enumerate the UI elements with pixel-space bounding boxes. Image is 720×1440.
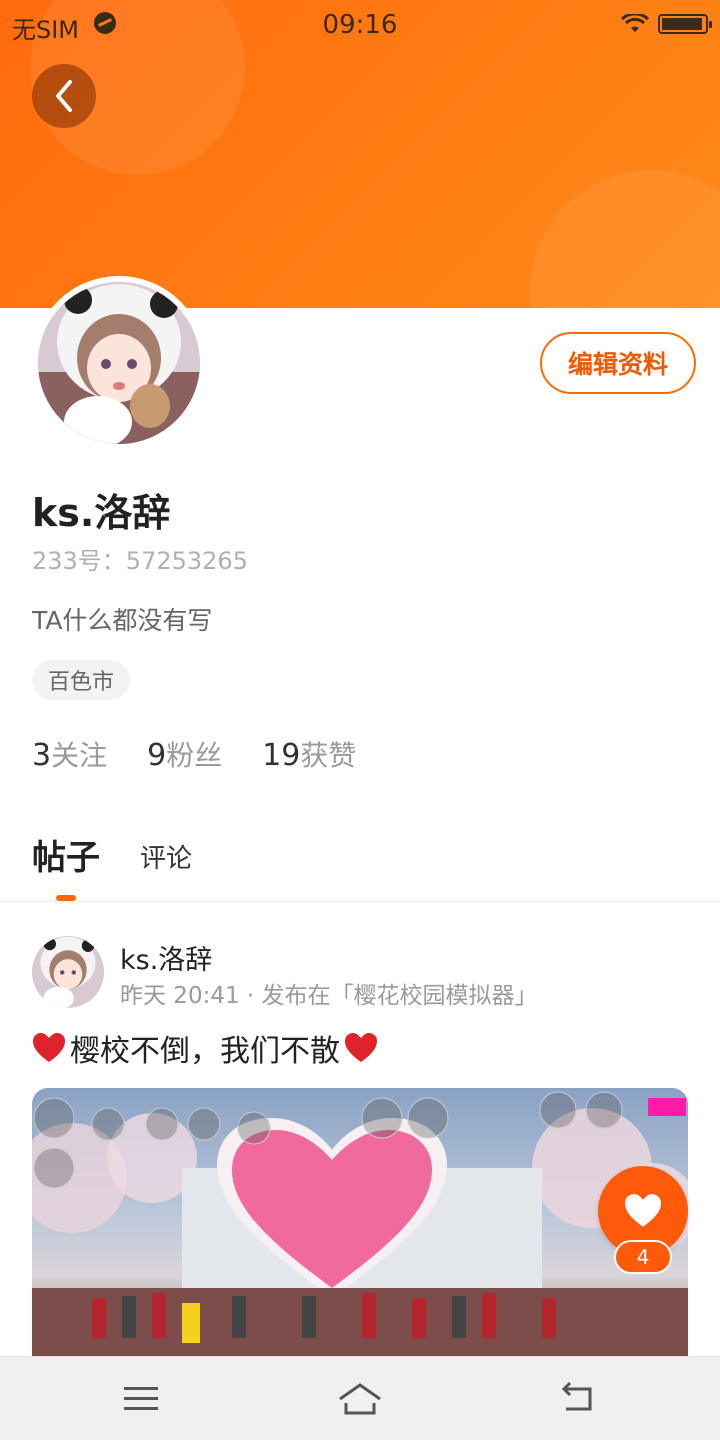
wifi-icon (620, 14, 650, 32)
stat-following-count: 3 (32, 738, 52, 773)
heart-icon (625, 1194, 661, 1227)
stat-followers[interactable]: 9 粉丝 (147, 734, 222, 774)
stat-followers-label: 粉丝 (166, 739, 223, 772)
profile-uid: 233号：57253265 (32, 547, 248, 575)
like-count-badge: 4 (614, 1240, 672, 1274)
stat-following-label: 关注 (51, 739, 108, 772)
clock: 09:16 (322, 10, 398, 40)
back-arrow-icon (56, 80, 72, 112)
post-image[interactable] (32, 1088, 688, 1356)
stat-likes-count: 19 (262, 738, 301, 773)
battery-icon (658, 14, 712, 34)
red-heart-icon (33, 1033, 65, 1062)
red-heart-icon (345, 1033, 377, 1062)
tab-comments[interactable]: 评论 (140, 838, 192, 879)
profile-username: ks.洛辞 (32, 491, 171, 535)
stat-following[interactable]: 3 关注 (32, 734, 107, 774)
profile-tabs: 帖子 评论 (32, 830, 192, 879)
post-text[interactable]: 樱校不倒，我们不散 (32, 1026, 378, 1070)
post-meta: 昨天 20:41 · 发布在「樱花校园模拟器」 (120, 983, 538, 1009)
divider (0, 901, 720, 902)
post-text-content: 樱校不倒，我们不散 (70, 1034, 340, 1069)
stat-likes-label: 获赞 (300, 739, 357, 772)
city-tag: 百色市 (32, 660, 131, 700)
home-icon[interactable] (336, 1379, 384, 1419)
edit-profile-button[interactable]: 编辑资料 (540, 332, 696, 394)
profile-bio: TA什么都没有写 (32, 606, 213, 635)
stat-followers-count: 9 (147, 738, 167, 773)
tab-posts[interactable]: 帖子 (32, 830, 100, 879)
status-bar: 无SIM 09:16 (0, 0, 720, 52)
back-icon[interactable] (556, 1379, 600, 1419)
post-author-avatar[interactable] (32, 936, 104, 1008)
stat-likes[interactable]: 19 获赞 (262, 734, 356, 774)
avatar (38, 282, 200, 444)
profile-avatar[interactable] (32, 276, 206, 450)
back-button[interactable] (32, 64, 96, 128)
profile-stats: 3 关注 9 粉丝 19 获赞 (32, 734, 356, 774)
system-nav-bar (0, 1356, 720, 1440)
menu-icon[interactable] (120, 1379, 164, 1419)
post-author-name[interactable]: ks.洛辞 (120, 938, 212, 977)
